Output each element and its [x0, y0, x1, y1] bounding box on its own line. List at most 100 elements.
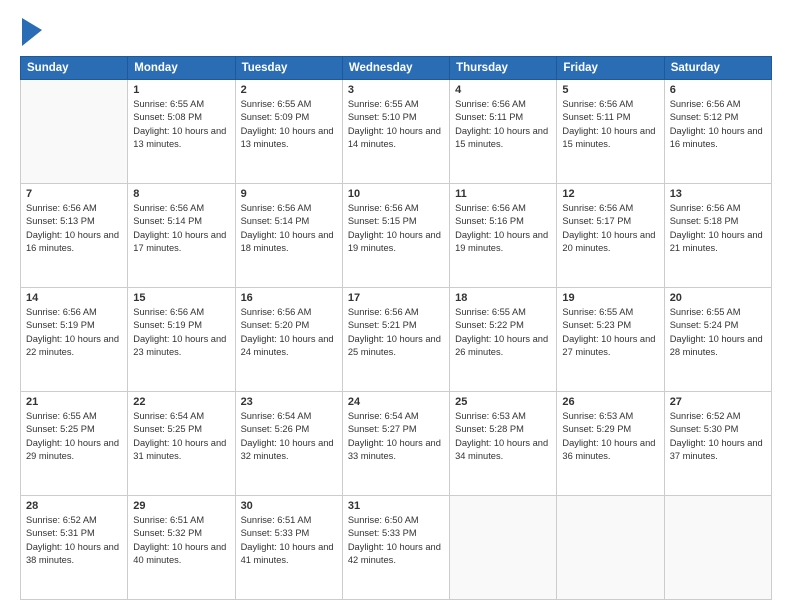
- daylight-hours: Daylight: 10 hours and 37 minutes.: [670, 438, 763, 461]
- calendar-cell: 14 Sunrise: 6:56 AM Sunset: 5:19 PM Dayl…: [21, 288, 128, 392]
- calendar-cell: 4 Sunrise: 6:56 AM Sunset: 5:11 PM Dayli…: [450, 80, 557, 184]
- calendar-day-header: Sunday: [21, 57, 128, 80]
- day-info: Sunrise: 6:56 AM Sunset: 5:17 PM Dayligh…: [562, 202, 658, 256]
- day-number: 12: [562, 188, 658, 200]
- calendar-cell: 16 Sunrise: 6:56 AM Sunset: 5:20 PM Dayl…: [235, 288, 342, 392]
- day-number: 28: [26, 500, 122, 512]
- day-number: 23: [241, 396, 337, 408]
- day-info: Sunrise: 6:56 AM Sunset: 5:19 PM Dayligh…: [26, 306, 122, 360]
- calendar-day-header: Thursday: [450, 57, 557, 80]
- daylight-hours: Daylight: 10 hours and 36 minutes.: [562, 438, 655, 461]
- day-number: 30: [241, 500, 337, 512]
- sunset-time: Sunset: 5:30 PM: [670, 424, 739, 434]
- calendar-cell: [21, 80, 128, 184]
- calendar-cell: 1 Sunrise: 6:55 AM Sunset: 5:08 PM Dayli…: [128, 80, 235, 184]
- day-info: Sunrise: 6:56 AM Sunset: 5:13 PM Dayligh…: [26, 202, 122, 256]
- day-number: 7: [26, 188, 122, 200]
- day-number: 24: [348, 396, 444, 408]
- daylight-hours: Daylight: 10 hours and 16 minutes.: [670, 126, 763, 149]
- day-number: 1: [133, 84, 229, 96]
- calendar-cell: 31 Sunrise: 6:50 AM Sunset: 5:33 PM Dayl…: [342, 496, 449, 600]
- sunrise-time: Sunrise: 6:56 AM: [26, 307, 97, 317]
- calendar-cell: 20 Sunrise: 6:55 AM Sunset: 5:24 PM Dayl…: [664, 288, 771, 392]
- daylight-hours: Daylight: 10 hours and 33 minutes.: [348, 438, 441, 461]
- sunset-time: Sunset: 5:16 PM: [455, 216, 524, 226]
- calendar-cell: 26 Sunrise: 6:53 AM Sunset: 5:29 PM Dayl…: [557, 392, 664, 496]
- day-number: 9: [241, 188, 337, 200]
- sunset-time: Sunset: 5:11 PM: [455, 112, 523, 122]
- day-info: Sunrise: 6:56 AM Sunset: 5:11 PM Dayligh…: [455, 98, 551, 152]
- sunset-time: Sunset: 5:21 PM: [348, 320, 417, 330]
- day-info: Sunrise: 6:55 AM Sunset: 5:08 PM Dayligh…: [133, 98, 229, 152]
- daylight-hours: Daylight: 10 hours and 21 minutes.: [670, 230, 763, 253]
- sunrise-time: Sunrise: 6:54 AM: [241, 411, 312, 421]
- day-info: Sunrise: 6:55 AM Sunset: 5:24 PM Dayligh…: [670, 306, 766, 360]
- sunrise-time: Sunrise: 6:56 AM: [562, 203, 633, 213]
- day-info: Sunrise: 6:56 AM Sunset: 5:14 PM Dayligh…: [241, 202, 337, 256]
- sunset-time: Sunset: 5:31 PM: [26, 528, 95, 538]
- sunrise-time: Sunrise: 6:56 AM: [455, 203, 526, 213]
- sunrise-time: Sunrise: 6:54 AM: [348, 411, 419, 421]
- daylight-hours: Daylight: 10 hours and 15 minutes.: [562, 126, 655, 149]
- day-number: 20: [670, 292, 766, 304]
- sunrise-time: Sunrise: 6:56 AM: [670, 203, 741, 213]
- sunrise-time: Sunrise: 6:56 AM: [348, 307, 419, 317]
- daylight-hours: Daylight: 10 hours and 18 minutes.: [241, 230, 334, 253]
- sunrise-time: Sunrise: 6:55 AM: [26, 411, 97, 421]
- calendar-week-row: 21 Sunrise: 6:55 AM Sunset: 5:25 PM Dayl…: [21, 392, 772, 496]
- day-number: 10: [348, 188, 444, 200]
- sunset-time: Sunset: 5:25 PM: [133, 424, 202, 434]
- day-info: Sunrise: 6:55 AM Sunset: 5:22 PM Dayligh…: [455, 306, 551, 360]
- daylight-hours: Daylight: 10 hours and 17 minutes.: [133, 230, 226, 253]
- calendar-header-row: SundayMondayTuesdayWednesdayThursdayFrid…: [21, 57, 772, 80]
- daylight-hours: Daylight: 10 hours and 41 minutes.: [241, 542, 334, 565]
- sunset-time: Sunset: 5:23 PM: [562, 320, 631, 330]
- sunrise-time: Sunrise: 6:51 AM: [241, 515, 312, 525]
- daylight-hours: Daylight: 10 hours and 16 minutes.: [26, 230, 119, 253]
- daylight-hours: Daylight: 10 hours and 40 minutes.: [133, 542, 226, 565]
- day-info: Sunrise: 6:53 AM Sunset: 5:29 PM Dayligh…: [562, 410, 658, 464]
- day-info: Sunrise: 6:54 AM Sunset: 5:26 PM Dayligh…: [241, 410, 337, 464]
- daylight-hours: Daylight: 10 hours and 23 minutes.: [133, 334, 226, 357]
- calendar-cell: 8 Sunrise: 6:56 AM Sunset: 5:14 PM Dayli…: [128, 184, 235, 288]
- sunrise-time: Sunrise: 6:51 AM: [133, 515, 204, 525]
- sunset-time: Sunset: 5:19 PM: [26, 320, 95, 330]
- logo: [20, 18, 42, 46]
- calendar-day-header: Tuesday: [235, 57, 342, 80]
- day-number: 16: [241, 292, 337, 304]
- day-number: 31: [348, 500, 444, 512]
- day-number: 17: [348, 292, 444, 304]
- day-info: Sunrise: 6:50 AM Sunset: 5:33 PM Dayligh…: [348, 514, 444, 568]
- day-info: Sunrise: 6:54 AM Sunset: 5:27 PM Dayligh…: [348, 410, 444, 464]
- calendar-cell: 25 Sunrise: 6:53 AM Sunset: 5:28 PM Dayl…: [450, 392, 557, 496]
- day-info: Sunrise: 6:56 AM Sunset: 5:12 PM Dayligh…: [670, 98, 766, 152]
- sunset-time: Sunset: 5:14 PM: [241, 216, 310, 226]
- day-info: Sunrise: 6:56 AM Sunset: 5:19 PM Dayligh…: [133, 306, 229, 360]
- calendar-cell: 23 Sunrise: 6:54 AM Sunset: 5:26 PM Dayl…: [235, 392, 342, 496]
- day-info: Sunrise: 6:56 AM Sunset: 5:20 PM Dayligh…: [241, 306, 337, 360]
- calendar-cell: 30 Sunrise: 6:51 AM Sunset: 5:33 PM Dayl…: [235, 496, 342, 600]
- calendar-week-row: 14 Sunrise: 6:56 AM Sunset: 5:19 PM Dayl…: [21, 288, 772, 392]
- calendar-cell: 27 Sunrise: 6:52 AM Sunset: 5:30 PM Dayl…: [664, 392, 771, 496]
- sunrise-time: Sunrise: 6:55 AM: [455, 307, 526, 317]
- sunrise-time: Sunrise: 6:56 AM: [26, 203, 97, 213]
- sunrise-time: Sunrise: 6:56 AM: [133, 307, 204, 317]
- calendar-day-header: Friday: [557, 57, 664, 80]
- calendar-table: SundayMondayTuesdayWednesdayThursdayFrid…: [20, 56, 772, 600]
- sunset-time: Sunset: 5:17 PM: [562, 216, 631, 226]
- day-number: 5: [562, 84, 658, 96]
- day-number: 8: [133, 188, 229, 200]
- day-info: Sunrise: 6:56 AM Sunset: 5:11 PM Dayligh…: [562, 98, 658, 152]
- calendar-cell: 7 Sunrise: 6:56 AM Sunset: 5:13 PM Dayli…: [21, 184, 128, 288]
- sunrise-time: Sunrise: 6:56 AM: [455, 99, 526, 109]
- daylight-hours: Daylight: 10 hours and 26 minutes.: [455, 334, 548, 357]
- daylight-hours: Daylight: 10 hours and 28 minutes.: [670, 334, 763, 357]
- daylight-hours: Daylight: 10 hours and 27 minutes.: [562, 334, 655, 357]
- sunrise-time: Sunrise: 6:56 AM: [562, 99, 633, 109]
- sunrise-time: Sunrise: 6:52 AM: [26, 515, 97, 525]
- sunrise-time: Sunrise: 6:53 AM: [562, 411, 633, 421]
- calendar-cell: 5 Sunrise: 6:56 AM Sunset: 5:11 PM Dayli…: [557, 80, 664, 184]
- daylight-hours: Daylight: 10 hours and 19 minutes.: [455, 230, 548, 253]
- calendar-cell: 28 Sunrise: 6:52 AM Sunset: 5:31 PM Dayl…: [21, 496, 128, 600]
- calendar-day-header: Monday: [128, 57, 235, 80]
